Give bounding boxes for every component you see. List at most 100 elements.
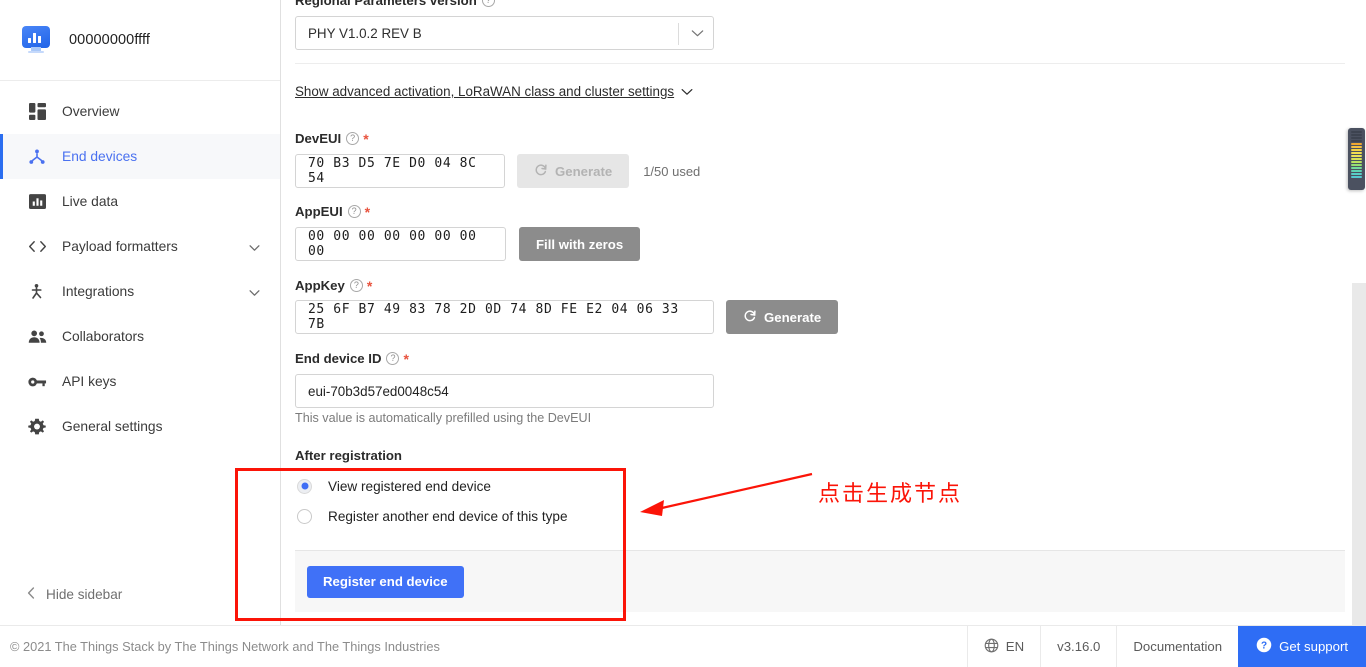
bar-chart-monitor-icon [22, 26, 50, 54]
sidebar-item-overview[interactable]: Overview [0, 89, 280, 134]
advanced-settings-label: Show advanced activation, LoRaWAN class … [295, 84, 675, 99]
edge-strip-segment [1351, 173, 1362, 175]
edge-strip-segment [1351, 152, 1362, 154]
chevron-left-icon [27, 587, 35, 602]
sidebar-item-collaborators[interactable]: Collaborators [0, 314, 280, 359]
sidebar-nav: Overview End devices Live data Payload f… [0, 81, 280, 449]
sidebar-item-label: Collaborators [62, 329, 145, 344]
chevron-down-icon [691, 26, 704, 41]
edge-strip-segment [1351, 134, 1362, 136]
documentation-label: Documentation [1133, 639, 1223, 654]
chevron-down-icon [249, 239, 260, 254]
app-key-generate-button[interactable]: Generate [726, 300, 839, 334]
sidebar-item-label: Payload formatters [62, 239, 178, 254]
dev-eui-used-count: 1/50 used [643, 163, 701, 179]
code-brackets-icon [27, 237, 47, 257]
edge-strip-segment [1351, 161, 1362, 163]
refresh-icon [743, 309, 757, 326]
dev-eui-input[interactable]: 70 B3 D5 7E D0 04 8C 54 [295, 154, 505, 188]
app-eui-input[interactable]: 00 00 00 00 00 00 00 00 [295, 227, 506, 261]
key-icon [27, 372, 47, 392]
app-key-label: AppKey ? * [295, 277, 373, 294]
app-root: 00000000ffff Overview End devices Live d… [0, 0, 1366, 667]
application-name: 00000000ffff [69, 32, 151, 48]
gear-icon [27, 417, 47, 437]
dev-eui-generate-button[interactable]: Generate [517, 154, 630, 188]
register-end-device-button[interactable]: Register end device [307, 565, 464, 598]
edge-strip-segment [1351, 176, 1362, 178]
documentation-link[interactable]: Documentation [1116, 625, 1238, 667]
radio-label: View registered end device [328, 478, 491, 494]
version-label: v3.16.0 [1040, 625, 1116, 667]
version-text: v3.16.0 [1057, 639, 1101, 654]
vertical-scrollbar[interactable] [1352, 283, 1366, 625]
sidebar-item-label: Live data [62, 194, 118, 209]
question-circle-icon[interactable]: ? [346, 132, 360, 145]
sidebar-item-label: Overview [62, 104, 120, 119]
sidebar-item-payload-formatters[interactable]: Payload formatters [0, 224, 280, 269]
radio-button[interactable] [297, 508, 312, 524]
sidebar-item-api-keys[interactable]: API keys [0, 359, 280, 404]
app-eui-label: AppEUI ? * [295, 203, 371, 220]
sidebar-item-end-devices[interactable]: End devices [0, 134, 280, 179]
sidebar-item-integrations[interactable]: Integrations [0, 269, 280, 314]
question-circle-icon[interactable]: ? [481, 0, 495, 7]
register-end-device-label: Register end device [323, 574, 448, 589]
required-marker: * [364, 203, 371, 220]
edge-strip-segment [1351, 137, 1362, 139]
select-divider [678, 23, 679, 45]
question-circle-filled-icon: ? [1256, 637, 1272, 656]
app-key-generate-label: Generate [764, 309, 822, 325]
edge-color-strip-widget[interactable] [1348, 128, 1365, 190]
radio-label: Register another end device of this type [328, 508, 568, 524]
grid-icon [27, 102, 47, 122]
chevron-down-icon [681, 84, 693, 99]
app-key-input[interactable]: 25 6F B7 49 83 78 2D 0D 74 8D FE E2 04 0… [295, 300, 714, 334]
end-device-id-value: eui-70b3d57ed0048c54 [308, 383, 449, 399]
radio-button[interactable] [297, 478, 312, 494]
sidebar: 00000000ffff Overview End devices Live d… [0, 0, 281, 625]
form-submit-band: Register end device [295, 550, 1345, 612]
edge-strip-segment [1351, 170, 1362, 172]
required-marker: * [363, 130, 369, 147]
required-marker: * [403, 350, 409, 367]
edge-strip-segment [1351, 167, 1362, 169]
sidebar-header[interactable]: 00000000ffff [0, 0, 280, 81]
globe-icon [984, 638, 999, 656]
advanced-settings-toggle[interactable]: Show advanced activation, LoRaWAN class … [295, 84, 693, 99]
question-circle-icon[interactable]: ? [347, 205, 361, 218]
end-device-id-hint: This value is automatically prefilled us… [295, 411, 592, 425]
regional-parameters-label: Regional Parameters version ? [295, 0, 495, 8]
edge-strip-segment [1351, 158, 1362, 160]
footer: © 2021 The Things Stack by The Things Ne… [0, 625, 1366, 667]
language-selector[interactable]: EN [966, 625, 1040, 667]
app-eui-value: 00 00 00 00 00 00 00 00 [308, 229, 477, 259]
integrations-icon [27, 282, 47, 302]
refresh-icon [534, 163, 548, 180]
get-support-button[interactable]: ? Get support [1238, 625, 1366, 667]
edge-strip-segment [1351, 146, 1362, 148]
regional-parameters-select[interactable]: PHY V1.0.2 REV B [295, 16, 714, 50]
required-marker: * [366, 277, 373, 294]
regional-parameters-label-row: Regional Parameters version ? [295, 0, 495, 8]
sidebar-item-label: Integrations [62, 284, 135, 299]
dev-eui-value: 70 B3 D5 7E D0 04 8C 54 [308, 156, 477, 186]
sidebar-item-label: General settings [62, 419, 163, 434]
question-circle-icon[interactable]: ? [386, 352, 400, 365]
end-device-id-input[interactable]: eui-70b3d57ed0048c54 [295, 374, 714, 408]
footer-actions: EN v3.16.0 Documentation ? Get support [966, 625, 1366, 667]
edge-strip-segment [1351, 140, 1362, 142]
sidebar-item-label: API keys [62, 374, 117, 389]
copyright-text: © 2021 The Things Stack by The Things Ne… [10, 639, 440, 654]
radio-register-another-end-device[interactable]: Register another end device of this type [297, 505, 568, 527]
sidebar-item-general-settings[interactable]: General settings [0, 404, 280, 449]
app-eui-fill-zeros-button[interactable]: Fill with zeros [519, 227, 641, 261]
svg-text:?: ? [1261, 641, 1267, 652]
question-circle-icon[interactable]: ? [349, 279, 363, 292]
sidebar-item-live-data[interactable]: Live data [0, 179, 280, 224]
devices-node-icon [27, 147, 47, 167]
language-label: EN [1005, 639, 1025, 654]
radio-view-registered-end-device[interactable]: View registered end device [297, 475, 491, 497]
dev-eui-row: 70 B3 D5 7E D0 04 8C 54 Generate 1/50 us… [295, 154, 700, 188]
hide-sidebar-button[interactable]: Hide sidebar [27, 587, 122, 602]
